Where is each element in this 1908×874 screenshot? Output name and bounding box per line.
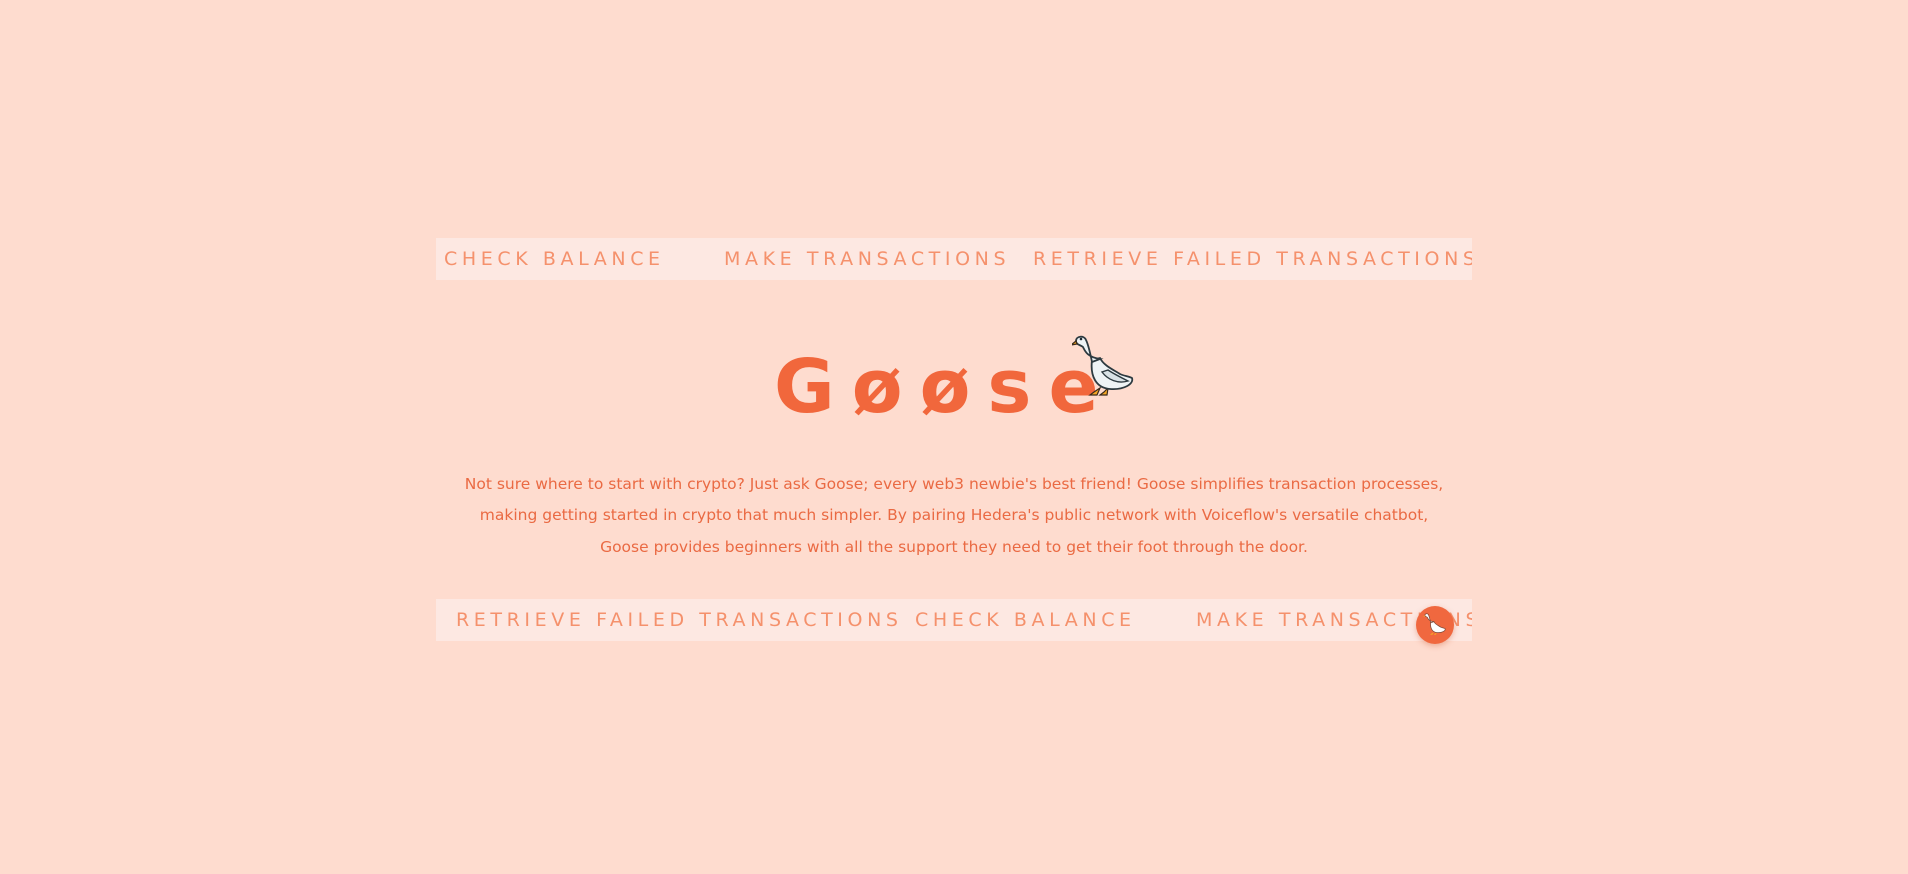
goose-icon — [1423, 613, 1446, 635]
chat-launcher-button[interactable] — [1416, 606, 1454, 644]
hero-description: Not sure where to start with crypto? Jus… — [464, 474, 1444, 556]
hero: Gøøse — [0, 322, 1908, 432]
goose-icon — [1072, 335, 1134, 396]
page-title: Gøøse — [774, 344, 1116, 430]
marquee-item-check-balance: CHECK BALANCE — [444, 248, 665, 270]
marquee-item-retrieve-failed-transactions: RETRIEVE FAILED TRANSACTIONS — [1033, 248, 1472, 270]
marquee-item-make-transactions: MAKE TRANSACTIONS — [724, 248, 1011, 270]
top-feature-marquee: CHECK BALANCE MAKE TRANSACTIONS RETRIEVE… — [436, 238, 1472, 280]
marquee-item-check-balance: CHECK BALANCE — [915, 609, 1136, 631]
bottom-feature-marquee: RETRIEVE FAILED TRANSACTIONS CHECK BALAN… — [436, 599, 1472, 641]
marquee-item-retrieve-failed-transactions: RETRIEVE FAILED TRANSACTIONS — [456, 609, 903, 631]
